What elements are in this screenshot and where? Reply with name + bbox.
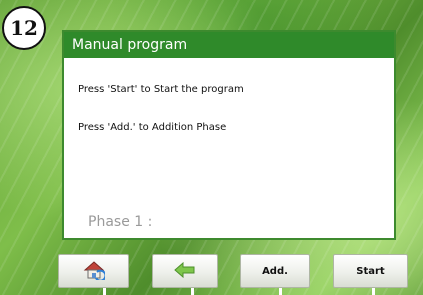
add-instruction-text: Press 'Add.' to Addition Phase (78, 122, 227, 133)
manual-program-dialog: Manual program Press 'Start' to Start th… (62, 30, 396, 240)
dialog-title: Manual program (64, 32, 394, 58)
start-instruction-text: Press 'Start' to Start the program (78, 84, 244, 95)
toolbar-tick (279, 288, 282, 295)
phase-label: Phase 1 : (88, 214, 153, 230)
step-number-badge: 12 (2, 6, 46, 50)
home-icon (83, 260, 106, 283)
back-button[interactable] (152, 254, 218, 288)
toolbar-tick (191, 288, 194, 295)
start-program-button[interactable]: Start (333, 254, 408, 288)
back-arrow-icon (174, 261, 196, 281)
toolbar-tick (372, 288, 375, 295)
toolbar-tick (103, 288, 106, 295)
dialog-body: Press 'Start' to Start the program Press… (64, 58, 394, 238)
add-phase-button[interactable]: Add. (240, 254, 310, 288)
home-button[interactable] (58, 254, 129, 288)
